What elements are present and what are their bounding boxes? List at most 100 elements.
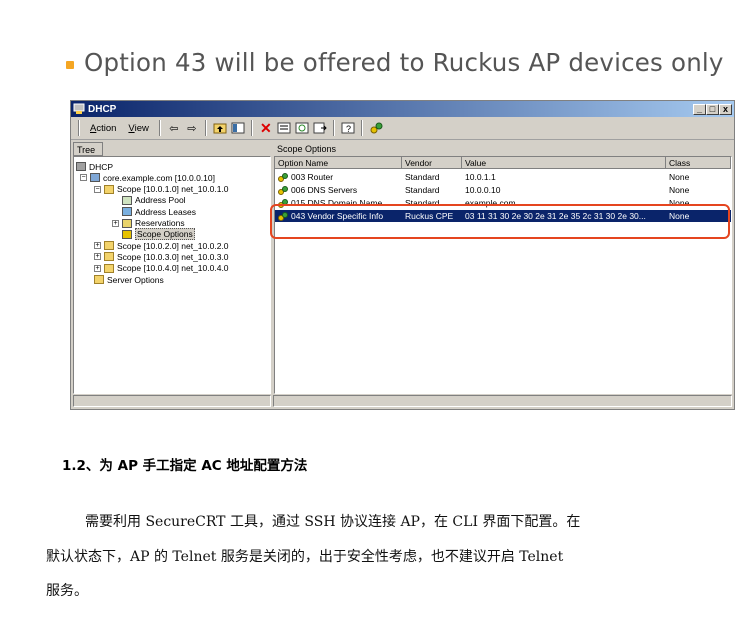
menu-view[interactable]: View	[123, 123, 153, 134]
tree-node-label: Scope [10.0.1.0] net_10.0.1.0	[117, 184, 229, 195]
paragraph-line-3: 服务。	[46, 583, 88, 599]
delete-icon[interactable]: ✕	[258, 120, 274, 136]
expand-icon[interactable]: +	[112, 219, 119, 227]
tree-node-label: Scope Options	[135, 228, 195, 241]
expand-icon[interactable]: +	[94, 253, 101, 261]
cell-vendor: Standard	[405, 171, 462, 183]
export-icon[interactable]	[312, 120, 328, 136]
window-title: DHCP	[88, 103, 117, 115]
close-button[interactable]: x	[719, 103, 732, 115]
paragraph-line-2: 默认状态下，AP 的 Telnet 服务是关闭的，出于安全性考虑，也不建议开启 …	[46, 549, 564, 565]
dhcp-option-icon	[277, 173, 289, 183]
back-icon[interactable]: ⇦	[166, 120, 182, 136]
collapse-icon[interactable]: −	[94, 185, 101, 193]
expand-icon[interactable]: +	[94, 242, 101, 250]
scope-options-icon	[122, 229, 132, 239]
status-panel-left	[73, 395, 271, 407]
menu-action[interactable]: Action	[85, 123, 121, 134]
column-header-class[interactable]: Class	[666, 157, 731, 169]
tree-node-label: Scope [10.0.2.0] net_10.0.2.0	[117, 240, 229, 251]
tree-node[interactable]: Address Leases	[112, 206, 196, 217]
svg-text:?: ?	[346, 124, 351, 134]
tree-node[interactable]: + Reservations	[112, 218, 185, 229]
minimize-button[interactable]: _	[693, 103, 706, 115]
option-43-highlight	[270, 204, 730, 239]
tree-node[interactable]: + Scope [10.0.2.0] net_10.0.2.0	[94, 240, 229, 251]
cell-class: None	[669, 171, 729, 183]
cell-value: 10.0.1.1	[465, 171, 665, 183]
tree-node[interactable]: Scope Options	[112, 228, 195, 241]
bullet-marker	[66, 61, 74, 69]
options-list[interactable]: Option Name Vendor Value Class 003 Route…	[274, 156, 732, 394]
dhcp-server-icon	[76, 162, 86, 171]
dhcp-option-icon	[277, 186, 289, 196]
folder-icon	[104, 184, 114, 194]
tree-node-label: Server Options	[107, 274, 164, 285]
toolbar-grip	[78, 120, 80, 136]
tree-node-label: DHCP	[89, 161, 114, 172]
tree-node[interactable]: Server Options	[94, 274, 164, 285]
folder-icon	[104, 252, 114, 262]
toolbar-separator	[204, 120, 207, 136]
dhcp-app-icon	[73, 103, 85, 115]
toolbar-separator	[158, 120, 161, 136]
dhcp-window: DHCP _ □ x Action View ⇦ ⇨ ✕ ? Tree Scop…	[70, 100, 735, 410]
cell-text: 10.0.1.1	[465, 172, 496, 182]
help-icon[interactable]: ?	[340, 120, 356, 136]
address-leases-icon	[122, 207, 132, 217]
expand-icon[interactable]: +	[94, 264, 101, 272]
forward-icon[interactable]: ⇨	[184, 120, 200, 136]
show-hide-tree-icon[interactable]	[230, 120, 246, 136]
folder-icon	[94, 275, 104, 284]
tree-node[interactable]: Address Pool	[112, 195, 186, 206]
tree-node-label: Address Pool	[135, 195, 186, 206]
cell-text: None	[669, 172, 690, 182]
address-pool-icon	[122, 195, 132, 205]
status-panel-right	[273, 395, 732, 407]
table-row[interactable]: 003 Router Standard 10.0.1.1 None	[275, 171, 731, 183]
toolbar: Action View ⇦ ⇨ ✕ ?	[71, 117, 734, 140]
folder-icon	[104, 241, 114, 251]
dhcp-option-icon[interactable]	[368, 120, 384, 136]
cell-text: Standard	[405, 185, 440, 195]
tree-header[interactable]: Tree	[73, 142, 103, 156]
cell-text: Standard	[405, 172, 440, 182]
cell-text: None	[669, 185, 690, 195]
tree-node[interactable]: + Scope [10.0.4.0] net_10.0.4.0	[94, 263, 229, 274]
tree-pane[interactable]: DHCP − core.example.com [10.0.0.10] − Scope …	[73, 156, 271, 394]
server-icon	[90, 173, 100, 183]
up-folder-icon[interactable]	[212, 120, 228, 136]
column-header-value[interactable]: Value	[462, 157, 666, 169]
tree-node[interactable]: + Scope [10.0.3.0] net_10.0.3.0	[94, 251, 229, 262]
cell-vendor: Standard	[405, 184, 462, 196]
tree-node[interactable]: DHCP	[76, 161, 113, 172]
cell-class: None	[669, 184, 729, 196]
cell-text: 10.0.0.10	[465, 185, 501, 195]
tree-node-label: Scope [10.0.4.0] net_10.0.4.0	[117, 263, 229, 274]
window-titlebar[interactable]: DHCP _ □ x	[71, 101, 734, 117]
tree-node-label: Scope [10.0.3.0] net_10.0.3.0	[117, 251, 229, 262]
toolbar-separator	[360, 120, 363, 136]
paragraph-line-1: 需要利用 SecureCRT 工具，通过 SSH 协议连接 AP，在 CLI 界…	[85, 514, 581, 530]
cell-name: 006 DNS Servers	[277, 184, 402, 196]
table-row[interactable]: 006 DNS Servers Standard 10.0.0.10 None	[275, 184, 731, 196]
tree-node[interactable]: − Scope [10.0.1.0] net_10.0.1.0	[94, 184, 229, 195]
toolbar-separator	[250, 120, 253, 136]
cell-value: 10.0.0.10	[465, 184, 665, 196]
maximize-button[interactable]: □	[706, 103, 719, 115]
status-bar	[73, 395, 732, 407]
collapse-icon[interactable]: −	[80, 174, 87, 182]
column-header-option-name[interactable]: Option Name	[275, 157, 402, 169]
window-controls: _ □ x	[693, 103, 732, 115]
tree-node[interactable]: − core.example.com [10.0.0.10]	[80, 172, 215, 183]
slide-title: Option 43 will be offered to Ruckus AP d…	[84, 48, 724, 77]
column-header-vendor[interactable]: Vendor	[402, 157, 462, 169]
properties-icon[interactable]	[276, 120, 292, 136]
folder-icon	[104, 263, 114, 273]
cell-text: 003 Router	[291, 172, 334, 182]
tree-node-label: core.example.com [10.0.0.10]	[103, 172, 215, 183]
refresh-icon[interactable]	[294, 120, 310, 136]
cell-name: 003 Router	[277, 171, 402, 183]
tree-node-label: Reservations	[135, 218, 185, 228]
reservations-icon	[122, 218, 132, 228]
